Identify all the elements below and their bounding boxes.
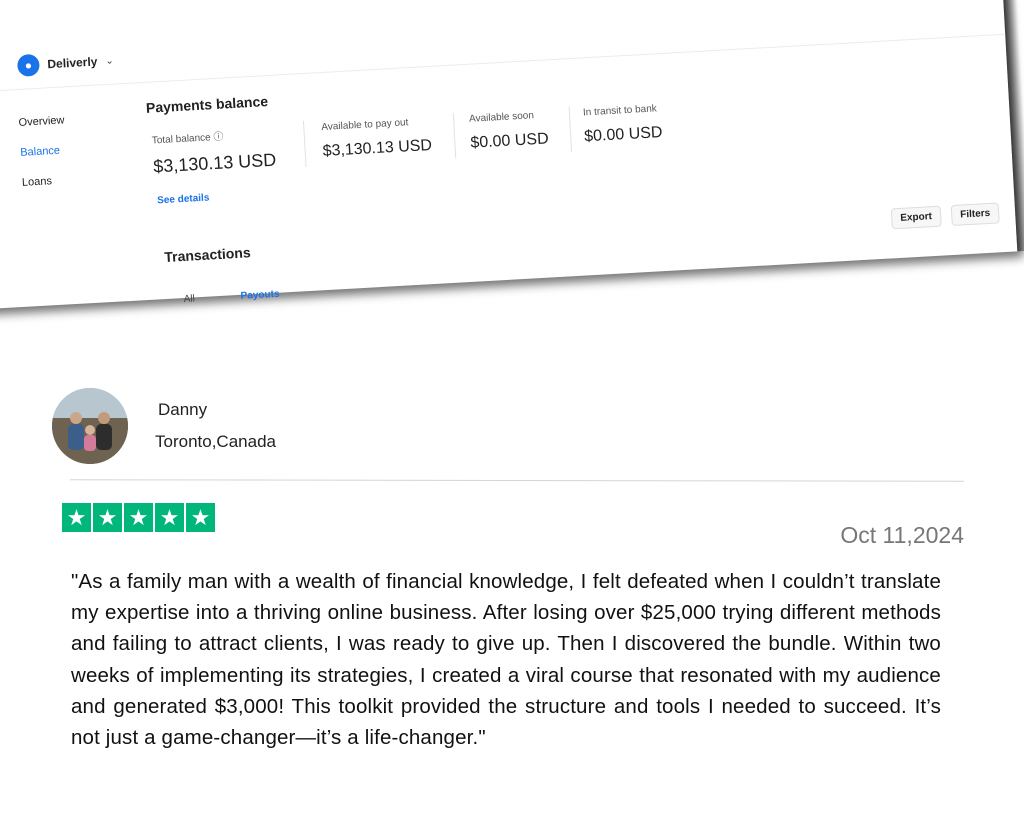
- panel-shadow: [998, 0, 1024, 252]
- filters-button[interactable]: Filters: [950, 202, 1000, 227]
- balance-label: Available soon: [468, 110, 535, 125]
- sidebar-item-balance[interactable]: Balance: [20, 144, 66, 159]
- balance-label: In transit to bank: [582, 103, 658, 119]
- total-balance: Total balance ⓘ $3,130.13 USD: [151, 125, 277, 178]
- review-divider: [69, 479, 965, 482]
- reviewer-avatar: [52, 388, 128, 464]
- export-button[interactable]: Export: [890, 205, 942, 230]
- chevron-down-icon: ⌄: [105, 55, 115, 67]
- sidebar-item-loans[interactable]: Loans: [22, 174, 68, 189]
- available-balance: Available to pay out $3,130.13 USD: [321, 116, 432, 161]
- review-text: "As a family man with a wealth of financ…: [71, 570, 941, 750]
- sidebar-item-overview[interactable]: Overview: [18, 114, 64, 129]
- transactions-title: Transactions: [163, 244, 252, 266]
- in-transit-balance: In transit to bank $0.00 USD: [583, 103, 663, 146]
- available-soon-balance: Available soon $0.00 USD: [469, 109, 549, 152]
- balance-label: Available to pay out: [321, 117, 409, 134]
- star-icon: ★: [186, 503, 215, 532]
- star-icon: ★: [93, 503, 122, 532]
- balance-value: $3,130.13 USD: [322, 136, 433, 161]
- balance-divider: [568, 106, 573, 153]
- balance-label: Total balance ⓘ: [151, 131, 224, 147]
- brand-switcher[interactable]: ● Deliverly ⌄: [16, 50, 115, 77]
- balance-divider: [452, 112, 457, 159]
- family-photo-icon: [52, 388, 128, 464]
- dashboard-panel: ? ◔ ◠ ● Deliverly ⌄ Overview Balance Loa…: [0, 0, 1024, 310]
- tab-all[interactable]: All: [183, 293, 195, 305]
- star-icon: ★: [124, 503, 153, 532]
- balance-value: $0.00 USD: [469, 130, 550, 152]
- balance-value: $3,130.13 USD: [152, 149, 277, 177]
- review-date: Oct 11,2024: [840, 522, 964, 548]
- dashboard-screenshot: ? ◔ ◠ ● Deliverly ⌄ Overview Balance Loa…: [0, 0, 1024, 330]
- star-icon: ★: [62, 503, 91, 532]
- reviewer-location: Toronto,Canada: [155, 432, 276, 451]
- tab-payouts[interactable]: Payouts: [240, 289, 279, 302]
- brand-name: Deliverly: [47, 54, 98, 72]
- balance-divider: [302, 121, 307, 168]
- header-divider: [0, 33, 1006, 93]
- brand-logo-icon: ●: [16, 53, 41, 77]
- reviewer-name: Danny: [158, 400, 208, 419]
- balance-value: $0.00 USD: [583, 124, 663, 146]
- see-details-link[interactable]: See details: [157, 192, 210, 206]
- star-rating: ★ ★ ★ ★ ★: [62, 503, 215, 532]
- payments-balance-title: Payments balance: [145, 93, 269, 116]
- star-icon: ★: [155, 503, 184, 532]
- sidebar-nav: Overview Balance Loans: [18, 114, 69, 206]
